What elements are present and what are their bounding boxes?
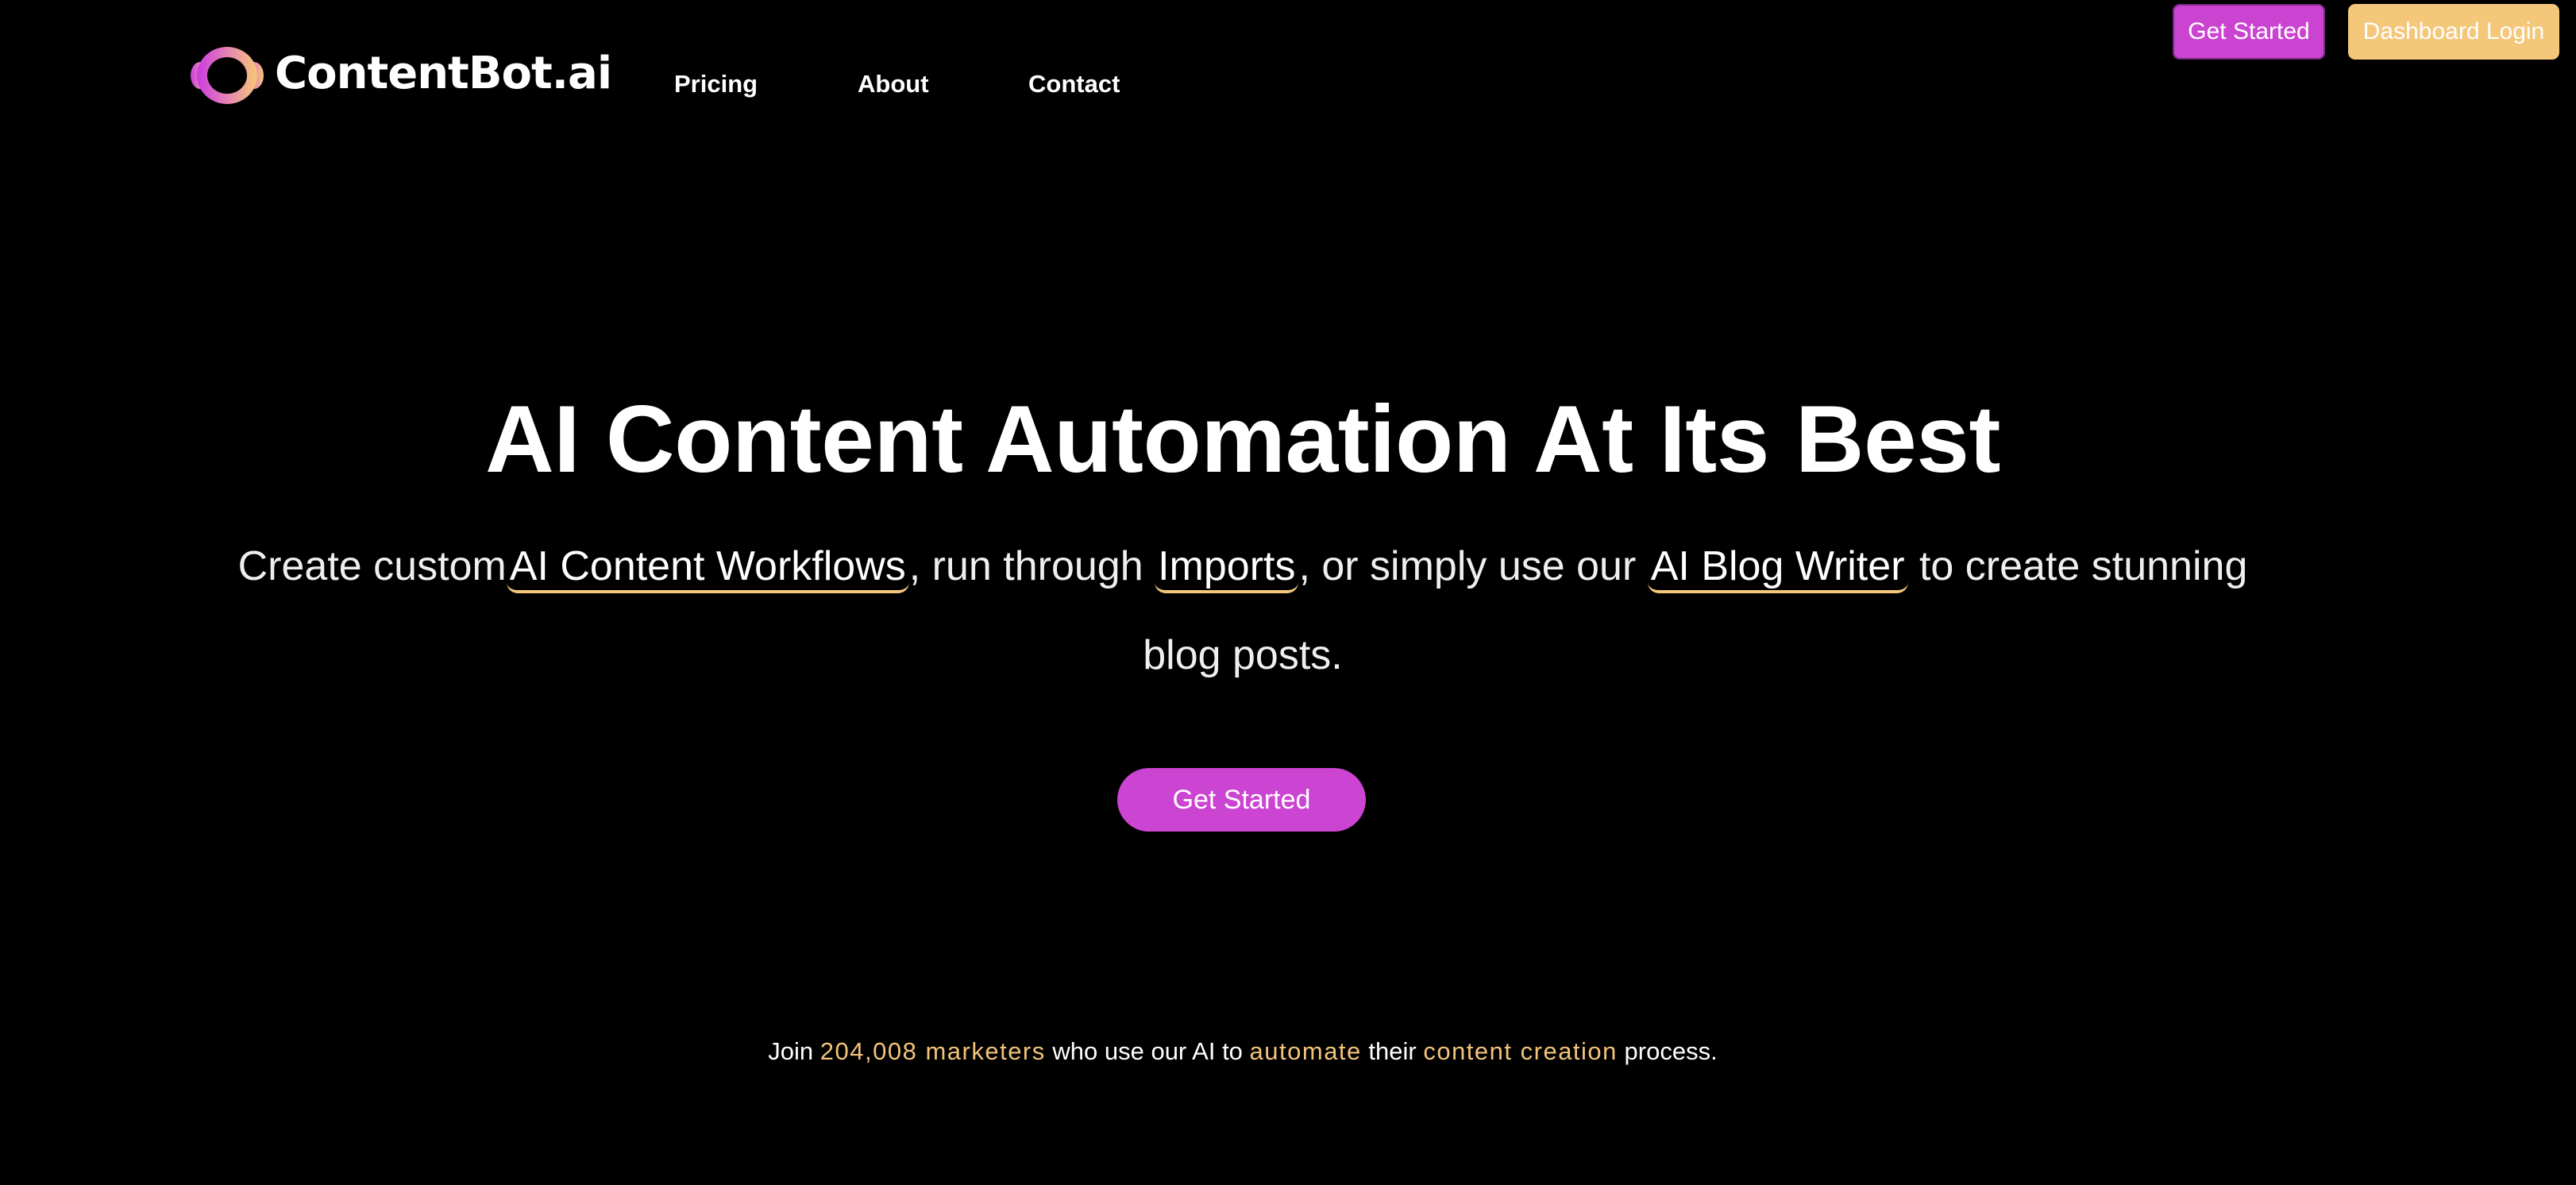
ai-content-workflows-link[interactable]: AI Content Workflows [506,542,909,593]
proof-text: their [1361,1037,1424,1065]
marketer-count: 204,008 marketers [819,1037,1046,1065]
nav-contact[interactable]: Contact [1028,68,1120,100]
hero-subtitle: Create customAI Content Workflows, run t… [214,522,2271,700]
ring-logo-icon [191,47,264,104]
landing-page: ContentBot.ai Pricing About Contact Get … [0,0,2576,1185]
proof-highlight-automate: automate [1249,1037,1362,1065]
nav-about[interactable]: About [858,68,929,100]
hero-title: AI Content Automation At Its Best [485,386,2000,492]
social-proof: Join 204,008 marketers who use our AI to… [0,1034,2485,1069]
hero-get-started-button[interactable]: Get Started [1117,768,1366,832]
proof-text: Join [768,1037,820,1065]
subtitle-text: , or simply use our [1298,543,1648,589]
nav-pricing[interactable]: Pricing [674,68,758,100]
ai-blog-writer-link[interactable]: AI Blog Writer [1647,542,1908,593]
header-get-started-button[interactable]: Get Started [2173,4,2325,60]
proof-text: who use our AI to [1045,1037,1250,1065]
dashboard-login-button[interactable]: Dashboard Login [2348,4,2559,60]
subtitle-text: , run through [908,543,1155,589]
proof-highlight-content-creation: content creation [1423,1037,1618,1065]
imports-link[interactable]: Imports [1155,542,1299,593]
proof-text: process. [1617,1037,1718,1065]
subtitle-text: Create custom [237,543,507,589]
logo-link[interactable]: ContentBot.ai [189,44,612,106]
brand-name: ContentBot.ai [275,48,612,99]
